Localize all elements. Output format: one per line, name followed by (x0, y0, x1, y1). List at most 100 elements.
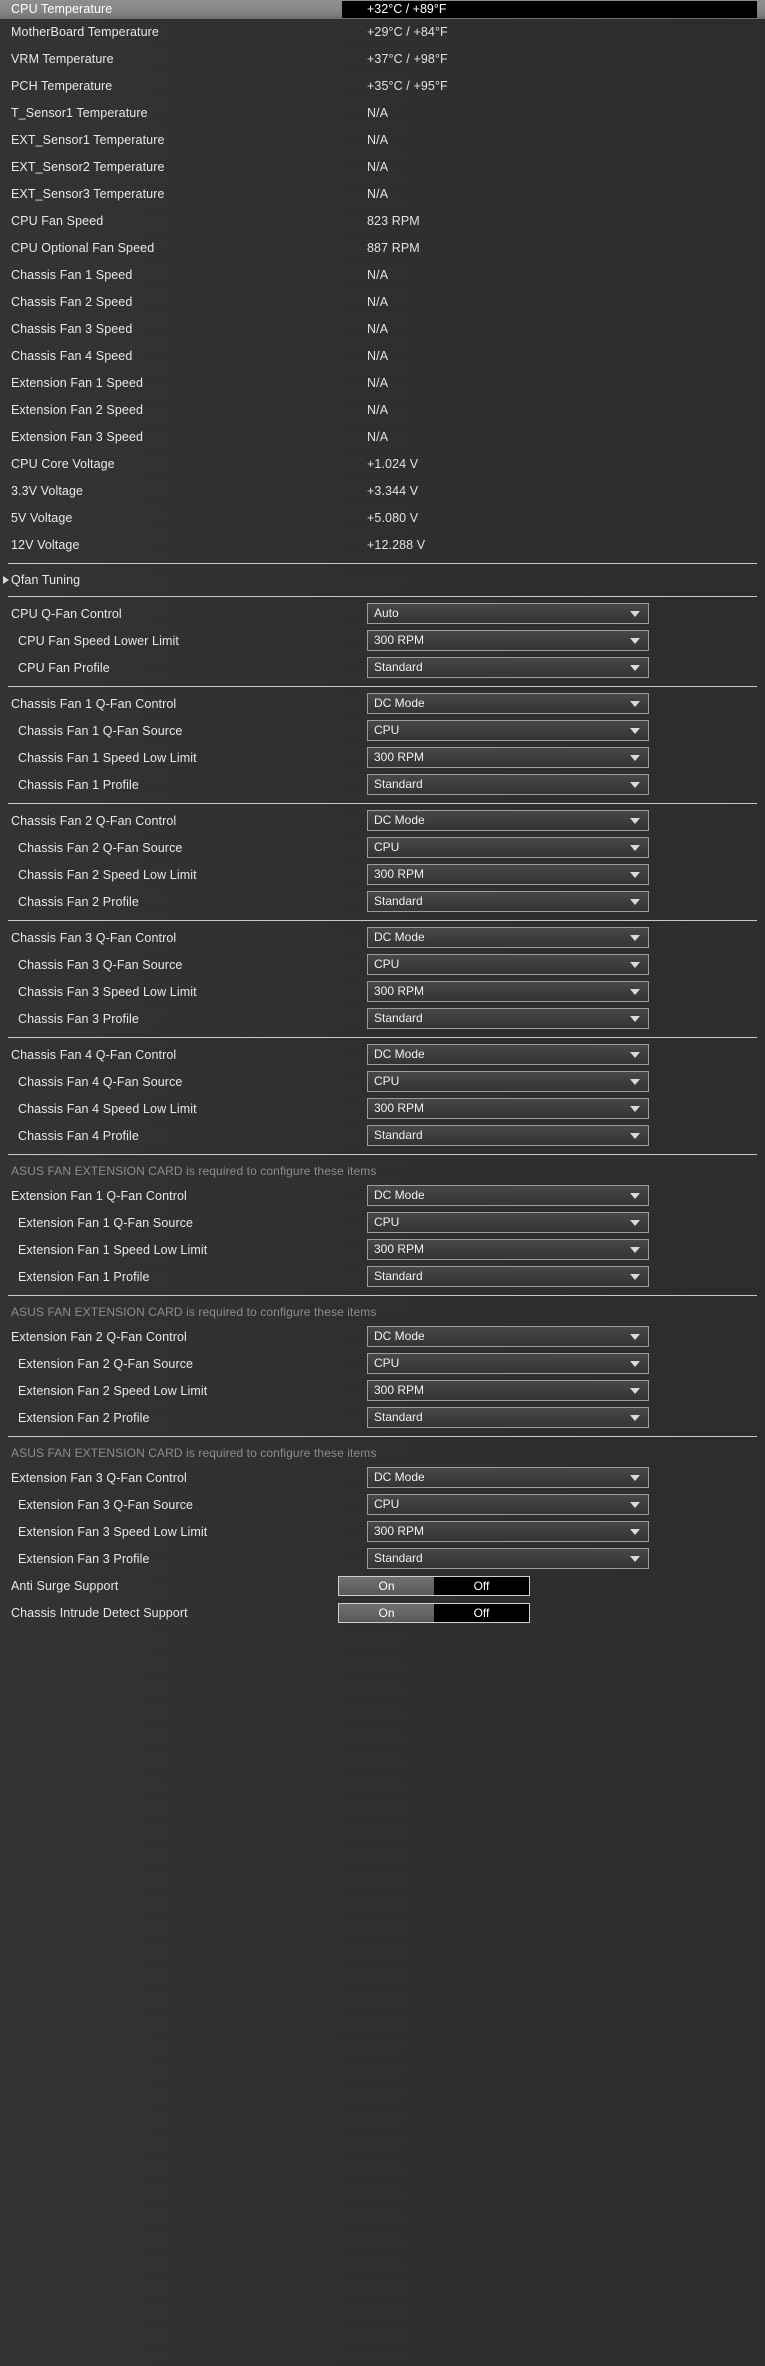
submenu-qfan-tuning[interactable]: Qfan Tuning (0, 568, 765, 592)
chassis-fan-1-dropdown[interactable]: CPU (367, 720, 649, 741)
dropdown-value: CPU (374, 957, 400, 971)
chassis-fan-3-dropdown[interactable]: 300 RPM (367, 981, 649, 1002)
setting-row: Extension Fan 1 Speed Low Limit 300 RPM (0, 1237, 765, 1264)
monitor-value: +29°C / +84°F (367, 25, 448, 39)
chassis-fan-1-dropdown[interactable]: DC Mode (367, 693, 649, 714)
monitor-value: 823 RPM (367, 214, 420, 228)
extension-fan-1-dropdown[interactable]: Standard (367, 1266, 649, 1287)
setting-label: Chassis Fan 2 Q-Fan Source (18, 841, 183, 855)
chassis-fan-4-dropdown[interactable]: 300 RPM (367, 1098, 649, 1119)
cpu-fan-dropdown[interactable]: Auto (367, 603, 649, 624)
extension-fan-2-dropdown[interactable]: 300 RPM (367, 1380, 649, 1401)
toggle-option-off[interactable]: Off (434, 1604, 529, 1622)
chassis-fan-4-dropdown[interactable]: Standard (367, 1125, 649, 1146)
dropdown-value: DC Mode (374, 1047, 425, 1061)
cpu-fan-dropdown[interactable]: 300 RPM (367, 630, 649, 651)
extension-fan-2-dropdown[interactable]: CPU (367, 1353, 649, 1374)
monitor-row: Extension Fan 2 Speed N/A (0, 397, 765, 424)
chassis-fan-2-dropdown[interactable]: Standard (367, 891, 649, 912)
extension-fan-2-dropdown[interactable]: Standard (367, 1407, 649, 1428)
dropdown-value: 300 RPM (374, 1242, 425, 1256)
setting-row: CPU Q-Fan Control Auto (0, 601, 765, 628)
setting-row: Chassis Fan 4 Q-Fan Control DC Mode (0, 1042, 765, 1069)
monitor-row: 3.3V Voltage +3.344 V (0, 478, 765, 505)
chassis-fan-2-dropdown[interactable]: DC Mode (367, 810, 649, 831)
setting-row: Extension Fan 3 Speed Low Limit 300 RPM (0, 1519, 765, 1546)
extension-fan-3-dropdown[interactable]: 300 RPM (367, 1521, 649, 1542)
monitor-row-selected[interactable]: CPU Temperature +32°C / +89°F (0, 0, 765, 19)
dropdown-value: DC Mode (374, 1470, 425, 1484)
monitor-row: CPU Fan Speed 823 RPM (0, 208, 765, 235)
monitor-value: N/A (367, 322, 389, 336)
setting-row: Chassis Fan 1 Q-Fan Source CPU (0, 718, 765, 745)
setting-row: Extension Fan 2 Q-Fan Control DC Mode (0, 1324, 765, 1351)
chassis-fan-3-dropdown[interactable]: CPU (367, 954, 649, 975)
dropdown-value: Standard (374, 1128, 423, 1142)
dropdown-value: CPU (374, 1074, 400, 1088)
dropdown-value: 300 RPM (374, 1524, 425, 1538)
section-separator (8, 563, 757, 564)
setting-row: Chassis Fan 4 Speed Low Limit 300 RPM (0, 1096, 765, 1123)
extension-fan-3-dropdown[interactable]: CPU (367, 1494, 649, 1515)
toggle-row: Anti Surge Support On Off (0, 1573, 765, 1600)
monitor-value: N/A (367, 295, 389, 309)
monitor-row: EXT_Sensor2 Temperature N/A (0, 154, 765, 181)
setting-label: CPU Fan Speed Lower Limit (18, 634, 179, 648)
setting-row: Chassis Fan 3 Q-Fan Control DC Mode (0, 925, 765, 952)
toggle-option-on[interactable]: On (339, 1604, 434, 1622)
monitor-label: 12V Voltage (11, 538, 80, 552)
toggle-option-on[interactable]: On (339, 1577, 434, 1595)
dropdown-value: DC Mode (374, 930, 425, 944)
monitor-value: +37°C / +98°F (367, 52, 448, 66)
extension-fan-3-dropdown[interactable]: Standard (367, 1548, 649, 1569)
monitor-label: EXT_Sensor1 Temperature (11, 133, 165, 147)
setting-row: Chassis Fan 2 Q-Fan Control DC Mode (0, 808, 765, 835)
setting-row: Chassis Fan 2 Speed Low Limit 300 RPM (0, 862, 765, 889)
submenu-label: Qfan Tuning (11, 572, 81, 587)
setting-label: Chassis Fan 4 Speed Low Limit (18, 1102, 197, 1116)
chevron-down-icon (630, 781, 640, 788)
chassis-fan-1-dropdown[interactable]: Standard (367, 774, 649, 795)
chassis-fan-2-dropdown[interactable]: 300 RPM (367, 864, 649, 885)
setting-label: Extension Fan 2 Q-Fan Source (18, 1357, 194, 1371)
dropdown-value: Auto (374, 606, 399, 620)
monitor-label: CPU Optional Fan Speed (11, 241, 155, 255)
chassis-fan-4-dropdown[interactable]: CPU (367, 1071, 649, 1092)
dropdown-value: Standard (374, 1011, 423, 1025)
setting-row: Chassis Fan 1 Q-Fan Control DC Mode (0, 691, 765, 718)
setting-row: Extension Fan 3 Q-Fan Control DC Mode (0, 1465, 765, 1492)
chassis-fan-2-dropdown[interactable]: CPU (367, 837, 649, 858)
onoff-toggle[interactable]: On Off (338, 1603, 530, 1623)
dropdown-value: 300 RPM (374, 984, 425, 998)
dropdown-value: 300 RPM (374, 1383, 425, 1397)
monitor-label: CPU Temperature (11, 2, 113, 16)
dropdown-value: Standard (374, 777, 423, 791)
setting-label: Chassis Fan 4 Q-Fan Source (18, 1075, 183, 1089)
chassis-fan-3-dropdown[interactable]: Standard (367, 1008, 649, 1029)
chevron-down-icon (630, 1246, 640, 1253)
section-separator (8, 803, 757, 804)
cpu-fan-dropdown[interactable]: Standard (367, 657, 649, 678)
chevron-down-icon (630, 961, 640, 968)
toggle-row: Chassis Intrude Detect Support On Off (0, 1600, 765, 1627)
monitor-row: 12V Voltage +12.288 V (0, 532, 765, 559)
monitor-label: VRM Temperature (11, 52, 114, 66)
section-separator (8, 596, 757, 597)
dropdown-value: 300 RPM (374, 633, 425, 647)
extension-fan-1-dropdown[interactable]: 300 RPM (367, 1239, 649, 1260)
chassis-fan-3-dropdown[interactable]: DC Mode (367, 927, 649, 948)
chassis-fan-4-dropdown[interactable]: DC Mode (367, 1044, 649, 1065)
extension-fan-1-dropdown[interactable]: CPU (367, 1212, 649, 1233)
extension-fan-2-dropdown[interactable]: DC Mode (367, 1326, 649, 1347)
chassis-fan-1-dropdown[interactable]: 300 RPM (367, 747, 649, 768)
chevron-down-icon (630, 700, 640, 707)
monitor-row: CPU Core Voltage +1.024 V (0, 451, 765, 478)
chevron-down-icon (630, 1333, 640, 1340)
onoff-toggle[interactable]: On Off (338, 1576, 530, 1596)
toggle-option-off[interactable]: Off (434, 1577, 529, 1595)
extension-fan-1-dropdown[interactable]: DC Mode (367, 1185, 649, 1206)
extension-fan-3-dropdown[interactable]: DC Mode (367, 1467, 649, 1488)
monitor-row: Chassis Fan 4 Speed N/A (0, 343, 765, 370)
setting-label: Extension Fan 3 Q-Fan Source (18, 1498, 194, 1512)
setting-label: Chassis Fan 1 Speed Low Limit (18, 751, 197, 765)
